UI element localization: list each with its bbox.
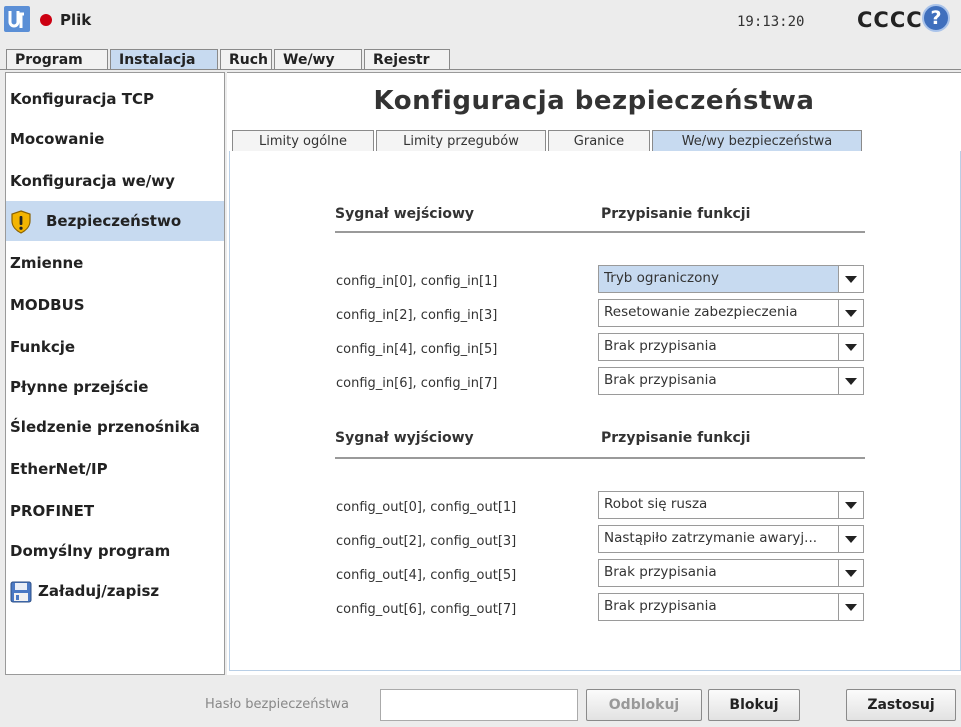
chevron-down-icon[interactable] [838, 368, 863, 394]
password-input[interactable] [380, 689, 578, 721]
output-function-select[interactable]: Nastąpiło zatrzymanie awaryj... [598, 525, 864, 553]
file-menu[interactable]: Plik [60, 11, 91, 29]
tab-we-wy[interactable]: We/wy [274, 49, 362, 69]
input-function-header: Przypisanie funkcji [601, 206, 751, 222]
select-value: Brak przypisania [604, 372, 717, 388]
tab-ruch[interactable]: Ruch [220, 49, 272, 69]
tab-safety-io[interactable]: We/wy bezpieczeństwa [652, 130, 862, 152]
sidebar-item-mounting[interactable]: Mocowanie [6, 119, 224, 159]
tab-joint-limits[interactable]: Limity przegubów [376, 130, 546, 152]
select-value: Robot się rusza [604, 496, 708, 512]
tab-general-limits[interactable]: Limity ogólne [232, 130, 374, 152]
output-signal-label: config_out[6], config_out[7] [336, 602, 517, 617]
sidebar-item-conveyor-tracking[interactable]: Śledzenie przenośnika [6, 407, 224, 447]
sidebar-item-variables[interactable]: Zmienne [6, 243, 224, 283]
select-value: Brak przypisania [604, 338, 717, 354]
sidebar-item-default-program[interactable]: Domyślny program [6, 531, 224, 571]
output-function-select[interactable]: Brak przypisania [598, 593, 864, 621]
page-title: Konfiguracja bezpieczeństwa [373, 86, 815, 116]
chevron-down-icon[interactable] [838, 492, 863, 518]
sidebar-item-smooth-transition[interactable]: Płynne przejście [6, 367, 224, 407]
divider [335, 457, 865, 459]
chevron-down-icon[interactable] [838, 526, 863, 552]
clock-time: 19:13:20 [737, 14, 805, 30]
output-signal-label: config_out[2], config_out[3] [336, 534, 517, 549]
output-signal-header: Sygnał wyjściowy [335, 430, 474, 446]
chevron-down-icon[interactable] [838, 334, 863, 360]
unlock-button[interactable]: Odblokuj [586, 689, 702, 721]
tab-instalacja[interactable]: Instalacja [110, 49, 218, 69]
input-signal-label: config_in[6], config_in[7] [336, 376, 498, 391]
select-value: Tryb ograniczony [604, 270, 719, 286]
robot-name: CCCC [857, 8, 923, 32]
input-function-select[interactable]: Tryb ograniczony [598, 265, 864, 293]
sidebar-item-modbus[interactable]: MODBUS [6, 285, 224, 325]
output-signal-label: config_out[0], config_out[1] [336, 500, 517, 515]
sidebar-item-ethernet-ip[interactable]: EtherNet/IP [6, 449, 224, 489]
sidebar-item-tcp[interactable]: Konfiguracja TCP [6, 79, 224, 119]
chevron-down-icon[interactable] [838, 594, 863, 620]
select-value: Brak przypisania [604, 564, 717, 580]
input-function-select[interactable]: Brak przypisania [598, 367, 864, 395]
input-signal-header: Sygnał wejściowy [335, 206, 475, 222]
divider [335, 231, 865, 233]
warning-shield-icon [11, 209, 31, 234]
input-function-select[interactable]: Resetowanie zabezpieczenia [598, 299, 864, 327]
tab-divider [0, 69, 961, 70]
help-icon[interactable]: ? [922, 4, 950, 32]
tab-program[interactable]: Program [6, 49, 108, 69]
password-label: Hasło bezpieczeństwa [205, 697, 349, 712]
input-function-select[interactable]: Brak przypisania [598, 333, 864, 361]
input-signal-label: config_in[0], config_in[1] [336, 274, 498, 289]
header-bar [0, 0, 961, 50]
sidebar: Konfiguracja TCP Mocowanie Konfiguracja … [5, 72, 225, 675]
input-signal-label: config_in[4], config_in[5] [336, 342, 498, 357]
lock-button[interactable]: Blokuj [708, 689, 800, 721]
input-signal-label: config_in[2], config_in[3] [336, 308, 498, 323]
save-disk-icon [10, 581, 32, 602]
apply-button[interactable]: Zastosuj [846, 689, 956, 721]
ur-logo-icon [4, 6, 30, 32]
select-value: Brak przypisania [604, 598, 717, 614]
tab-rejestr[interactable]: Rejestr [364, 49, 450, 69]
chevron-down-icon[interactable] [838, 560, 863, 586]
status-dot-icon [40, 14, 52, 26]
output-function-header: Przypisanie funkcji [601, 430, 751, 446]
chevron-down-icon[interactable] [838, 266, 863, 292]
sidebar-item-profinet[interactable]: PROFINET [6, 491, 224, 531]
select-value: Resetowanie zabezpieczenia [604, 304, 798, 320]
tab-boundaries[interactable]: Granice [548, 130, 650, 152]
output-signal-label: config_out[4], config_out[5] [336, 568, 517, 583]
select-value: Nastąpiło zatrzymanie awaryj... [604, 530, 818, 546]
sidebar-item-label: Bezpieczeństwo [46, 212, 182, 230]
sidebar-item-io-config[interactable]: Konfiguracja we/wy [6, 161, 224, 201]
output-function-select[interactable]: Brak przypisania [598, 559, 864, 587]
chevron-down-icon[interactable] [838, 300, 863, 326]
sidebar-item-label: Załaduj/zapisz [38, 582, 160, 600]
sidebar-item-load-save[interactable]: Załaduj/zapisz [6, 571, 224, 611]
sidebar-item-features[interactable]: Funkcje [6, 327, 224, 367]
sidebar-item-safety[interactable]: Bezpieczeństwo [6, 201, 224, 241]
output-function-select[interactable]: Robot się rusza [598, 491, 864, 519]
